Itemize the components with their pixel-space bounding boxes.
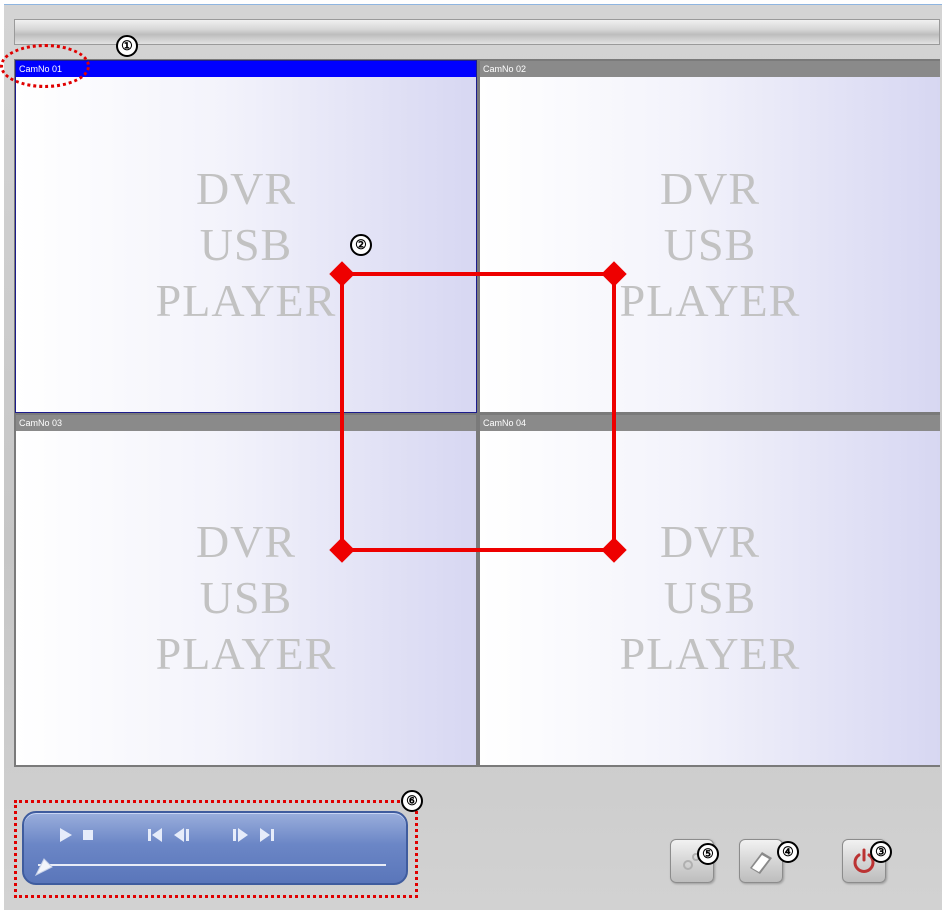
power-icon xyxy=(853,848,875,873)
camera-label: CamNo 04 xyxy=(480,415,940,431)
seek-slider-handle[interactable] xyxy=(32,857,54,877)
dvr-player-window: CamNo 01 DVR USB PLAYER CamNo 02 DVR USB… xyxy=(4,4,942,910)
camera-view-3[interactable]: CamNo 03 DVR USB PLAYER xyxy=(16,415,476,765)
settings-icon xyxy=(683,853,700,870)
stop-icon[interactable] xyxy=(78,825,100,845)
skip-back-icon[interactable] xyxy=(144,825,166,845)
video-area: DVR USB PLAYER xyxy=(480,77,940,412)
watermark-line: USB xyxy=(663,572,757,623)
watermark-line: USB xyxy=(199,572,293,623)
watermark-line: DVR xyxy=(659,516,761,567)
watermark-line: PLAYER xyxy=(155,628,337,679)
video-area: DVR USB PLAYER xyxy=(16,77,476,412)
camera-label: CamNo 01 xyxy=(16,61,476,77)
camera-view-2[interactable]: CamNo 02 DVR USB PLAYER xyxy=(480,61,940,412)
step-forward-icon[interactable] xyxy=(230,825,252,845)
watermark-line: PLAYER xyxy=(619,628,801,679)
camera-grid: CamNo 01 DVR USB PLAYER CamNo 02 DVR USB… xyxy=(14,59,940,767)
watermark-line: DVR xyxy=(195,516,297,567)
video-area: DVR USB PLAYER xyxy=(480,431,940,765)
camera-label: CamNo 02 xyxy=(480,61,940,77)
step-back-icon[interactable] xyxy=(170,825,192,845)
camera-view-1[interactable]: CamNo 01 DVR USB PLAYER xyxy=(15,60,477,413)
playback-control-panel xyxy=(22,811,408,885)
watermark-line: DVR xyxy=(659,162,761,214)
camera-label: CamNo 03 xyxy=(16,415,476,431)
camera-view-4[interactable]: CamNo 04 DVR USB PLAYER xyxy=(480,415,940,765)
watermark-line: DVR xyxy=(195,162,297,214)
video-area: DVR USB PLAYER xyxy=(16,431,476,765)
watermark-line: USB xyxy=(663,218,757,270)
watermark-line: PLAYER xyxy=(155,274,337,326)
skip-forward-icon[interactable] xyxy=(256,825,278,845)
seek-slider[interactable] xyxy=(38,864,386,866)
watermark-line: PLAYER xyxy=(619,274,801,326)
backup-icon xyxy=(750,852,772,874)
settings-button[interactable] xyxy=(670,839,714,883)
play-icon[interactable] xyxy=(56,825,78,845)
title-bar xyxy=(14,19,940,45)
watermark-line: USB xyxy=(199,218,293,270)
backup-button[interactable] xyxy=(739,839,783,883)
power-button[interactable] xyxy=(842,839,886,883)
